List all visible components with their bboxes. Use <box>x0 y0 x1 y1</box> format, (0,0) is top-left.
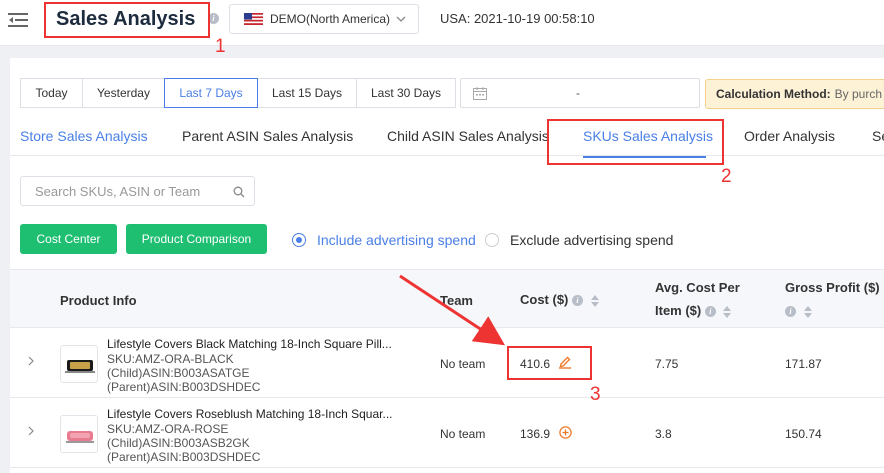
annotation-arrow <box>399 274 506 346</box>
app-window: Sales Analysis i DEMO(North America) USA… <box>0 0 884 473</box>
date-tab-last-7-days[interactable]: Last 7 Days <box>164 78 258 108</box>
